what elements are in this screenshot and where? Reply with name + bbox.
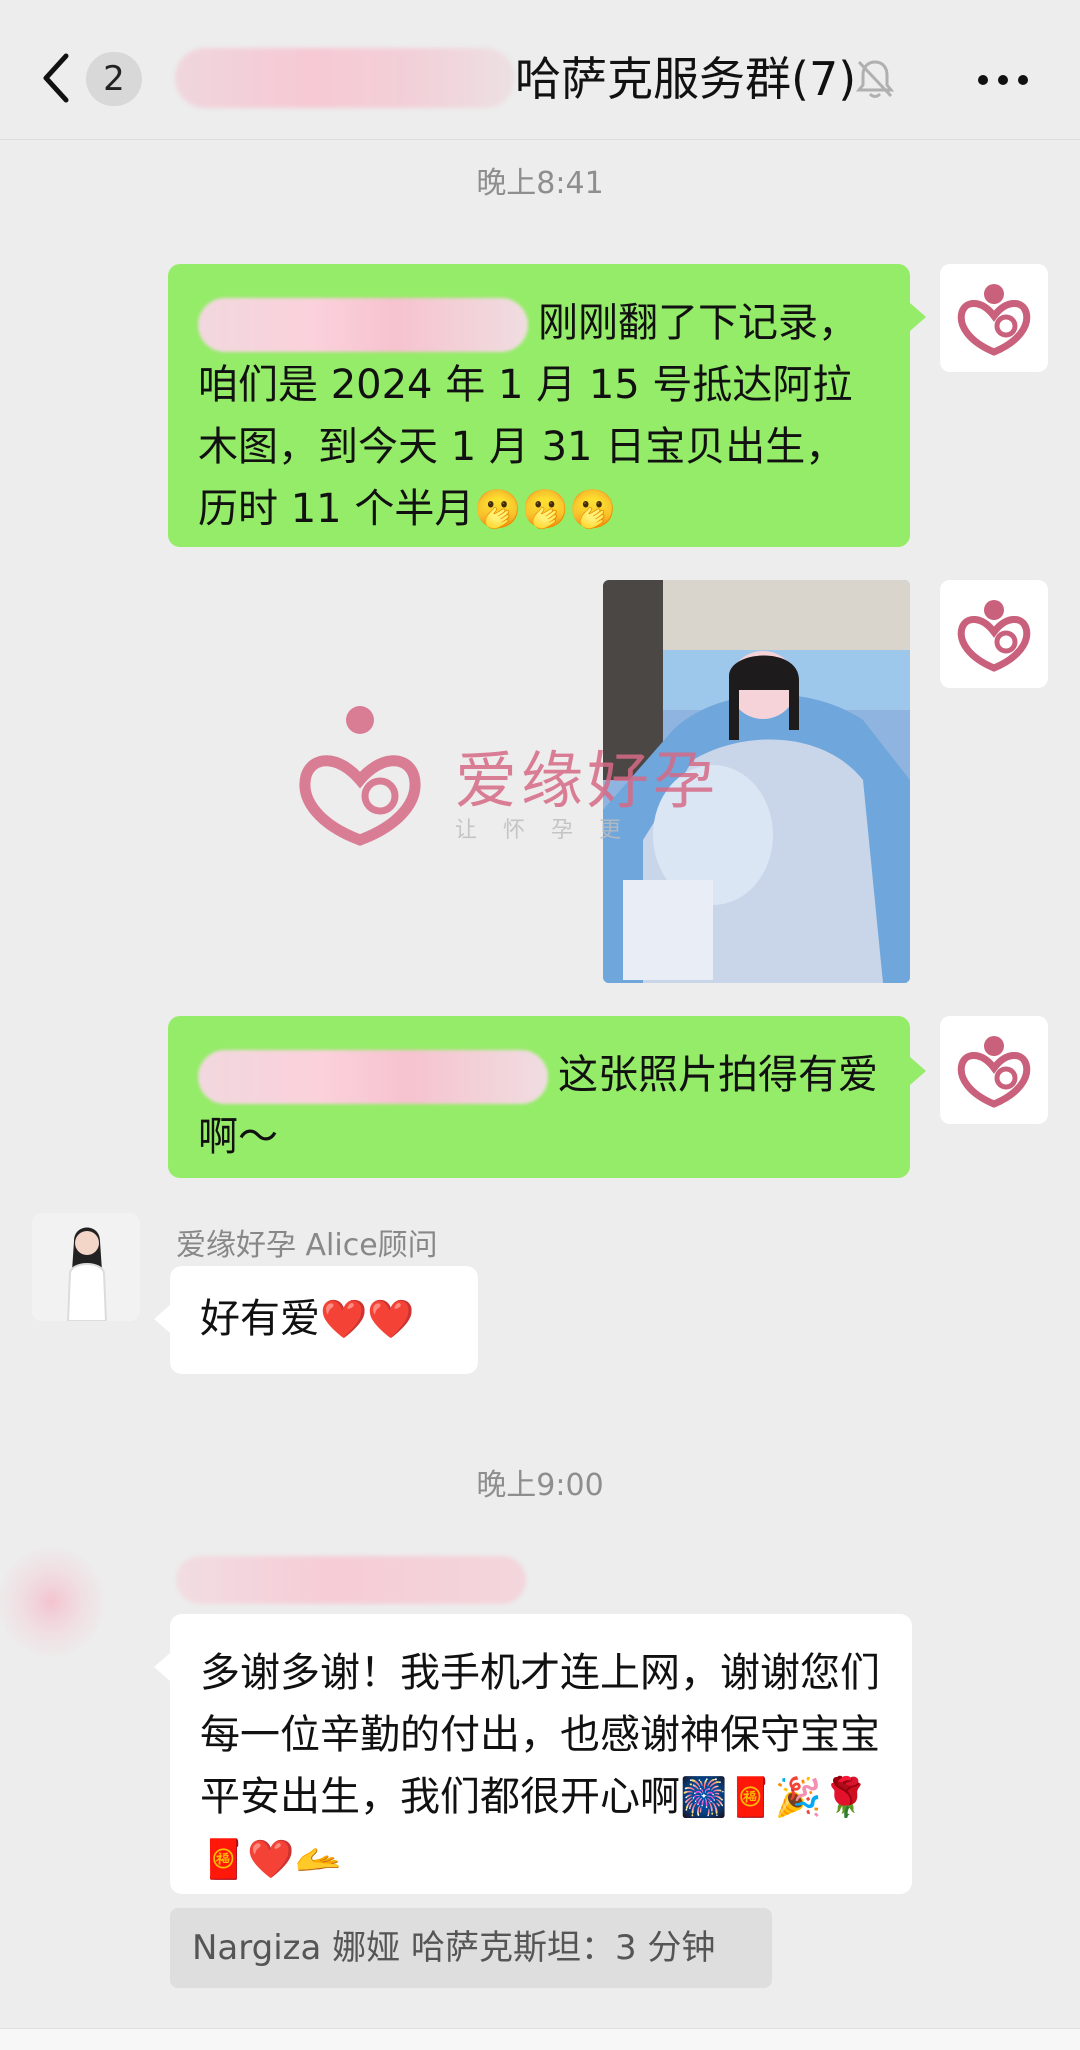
timestamp: 晚上8:41 — [476, 166, 604, 201]
bubble-tail — [910, 1057, 926, 1085]
more-button[interactable] — [975, 60, 1031, 100]
chat-header: 2 哈萨克服务群(7) — [0, 0, 1080, 140]
brand-logo-icon — [299, 706, 421, 846]
avatar[interactable] — [940, 1016, 1048, 1124]
avatar[interactable] — [32, 1213, 140, 1321]
avatar-redaction — [0, 1548, 104, 1656]
more-dots-icon — [978, 75, 1028, 85]
input-bar — [0, 2028, 1080, 2050]
sender-name: 爱缘好孕 Alice顾问 — [176, 1228, 438, 1263]
avatar[interactable] — [940, 580, 1048, 688]
message-bubble-incoming[interactable]: 多谢多谢！我手机才连上网，谢谢您们每一位辛勤的付出，也感谢神保守宝宝平安出生，我… — [170, 1614, 912, 1894]
message-bubble-incoming[interactable]: 好有爱❤️❤️ — [170, 1266, 478, 1374]
brand-watermark: 爱缘好孕 让怀孕更 — [290, 700, 740, 850]
bell-off-icon — [855, 58, 895, 100]
message-text: 好有爱 — [200, 1296, 320, 1342]
avatar[interactable] — [940, 264, 1048, 372]
message-bubble-outgoing[interactable]: 刚刚翻了下记录，咱们是 2024 年 1 月 15 号抵达阿拉木图，到今天 1 … — [168, 264, 910, 547]
person-avatar — [32, 1213, 140, 1321]
bubble-tail — [154, 1305, 170, 1333]
avatar[interactable] — [0, 1548, 148, 1708]
chevron-left-icon — [43, 53, 69, 103]
back-button[interactable] — [36, 48, 76, 108]
emoji: ❤️❤️ — [320, 1297, 415, 1341]
message-bubble-outgoing[interactable]: 这张照片拍得有爱啊～ — [168, 1016, 910, 1178]
chat-title: 哈萨克服务群(7) — [515, 52, 857, 106]
mention-redaction — [198, 298, 528, 352]
mention-redaction — [198, 1050, 548, 1104]
bubble-tail — [154, 1653, 170, 1681]
timestamp: 晚上9:00 — [476, 1468, 604, 1503]
quoted-message[interactable]: Nargiza 娜娅 哈萨克斯坦：3 分钟 — [170, 1908, 772, 1988]
unread-badge[interactable]: 2 — [86, 52, 142, 106]
brand-logo-icon — [957, 600, 1031, 672]
bubble-tail — [910, 303, 926, 331]
brand-logo-icon — [957, 284, 1031, 356]
title-redaction — [175, 48, 515, 108]
sender-name-redaction — [176, 1556, 526, 1604]
emoji: 🫢🫢🫢 — [474, 487, 617, 531]
watermark-slogan: 让怀孕更 — [455, 818, 648, 843]
brand-logo-icon — [957, 1036, 1031, 1108]
watermark-brand: 爱缘好孕 — [455, 744, 720, 817]
